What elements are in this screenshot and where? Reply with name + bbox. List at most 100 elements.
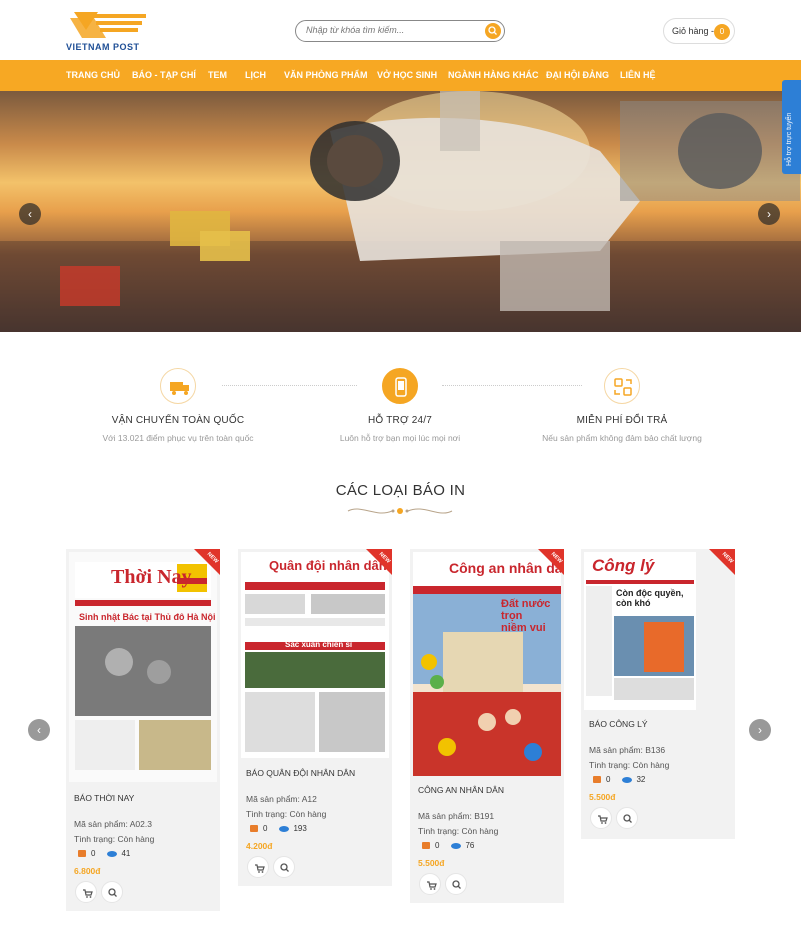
eye-icon	[451, 842, 462, 849]
search-box[interactable]	[295, 20, 505, 42]
airport-cargo-image	[0, 91, 801, 332]
new-badge: NEW	[538, 549, 564, 575]
main-nav: TRANG CHỦ BÁO - TẠP CHÍ TEM LỊCH VĂN PHÒ…	[0, 60, 801, 91]
hero-banner: ‹ ›	[0, 91, 801, 332]
product-code: Mã sản phẩm: B191	[418, 811, 495, 821]
view-count: 41	[121, 849, 131, 858]
view-count: 76	[465, 841, 475, 850]
tag-icon	[250, 825, 258, 833]
new-badge-label: NEW	[205, 551, 220, 565]
carousel-prev-button[interactable]: ‹	[28, 719, 50, 741]
product-name[interactable]: CÔNG AN NHÂN DÂN	[418, 785, 504, 795]
product-stats: 0 41	[78, 849, 130, 858]
product-status: Tình trạng: Còn hàng	[246, 809, 327, 819]
site-header: VIETNAM POST Giỏ hàng - 0	[0, 0, 801, 60]
hero-prev-button[interactable]: ‹	[19, 203, 41, 225]
cart-icon	[83, 889, 93, 898]
add-to-cart-button[interactable]	[419, 873, 441, 895]
nav-item-newspapers[interactable]: BÁO - TẠP CHÍ	[132, 70, 196, 80]
product-image[interactable]: Công an nhân dân Đất nước trọn niềm vui	[413, 552, 561, 776]
delivery-truck-icon	[160, 368, 196, 404]
add-to-cart-button[interactable]	[247, 856, 269, 878]
hero-next-button[interactable]: ›	[758, 203, 780, 225]
vietnam-post-logo[interactable]: VIETNAM POST	[66, 8, 156, 54]
section-title: CÁC LOẠI BÁO IN	[335, 482, 466, 499]
product-status: Tình trạng: Còn hàng	[418, 826, 499, 836]
product-stats: 0 32	[593, 775, 645, 784]
product-card[interactable]: Thời Nay Sinh nhật Bác tại Thủ đô Hà Nội…	[66, 549, 220, 911]
add-to-cart-button[interactable]	[590, 807, 612, 829]
cart-icon	[255, 864, 265, 873]
nav-item-home[interactable]: TRANG CHỦ	[66, 70, 120, 80]
online-support-tab[interactable]: Hỗ trợ trực tuyến	[782, 80, 801, 174]
logo-text: VIETNAM POST	[66, 42, 140, 52]
nav-item-stationery[interactable]: VĂN PHÒNG PHẨM	[284, 70, 368, 80]
nav-item-notebooks[interactable]: VỞ HỌC SINH	[377, 70, 437, 80]
feature-support-247: HỖ TRỢ 24/7 Luôn hỗ trợ bạn mọi lúc mọi …	[300, 368, 500, 443]
product-price: 4.200đ	[246, 841, 273, 851]
nav-item-other[interactable]: NGÀNH HÀNG KHÁC	[448, 70, 539, 80]
feature-nationwide-shipping: VẬN CHUYỂN TOÀN QUỐC Với 13.021 điểm phụ…	[78, 368, 278, 443]
product-card[interactable]: Công lý Còn độc quyền, còn khó NEW BÁO C…	[581, 549, 735, 839]
cart-button[interactable]: Giỏ hàng - 0	[663, 18, 735, 44]
online-support-label: Hỗ trợ trực tuyến	[786, 112, 793, 166]
product-price: 5.500đ	[418, 858, 445, 868]
product-card[interactable]: Quân đội nhân dân Sắc xuân chiến sĩ NEW …	[238, 549, 392, 886]
new-badge-label: NEW	[377, 551, 392, 565]
product-card[interactable]: Công an nhân dân Đất nước trọn niềm vui …	[410, 549, 564, 903]
cart-icon	[427, 881, 437, 890]
cart-icon	[598, 815, 608, 824]
newspaper-masthead: Công lý	[592, 556, 655, 575]
tag-icon	[593, 776, 601, 784]
product-stats: 0 76	[422, 841, 474, 850]
eye-icon	[107, 850, 118, 857]
product-image[interactable]: Công lý Còn độc quyền, còn khó	[584, 552, 696, 710]
new-badge: NEW	[194, 549, 220, 575]
product-name[interactable]: BÁO QUÂN ĐỘI NHÂN DÂN	[246, 768, 355, 778]
magnifier-icon	[452, 880, 461, 889]
product-image[interactable]: Thời Nay Sinh nhật Bác tại Thủ đô Hà Nội	[69, 552, 217, 782]
like-count: 0	[606, 775, 611, 784]
product-name[interactable]: BÁO THỜI NAY	[74, 793, 134, 803]
title-ornament	[347, 508, 453, 514]
quick-view-button[interactable]	[445, 873, 467, 895]
product-name[interactable]: BÁO CÔNG LÝ	[589, 719, 648, 729]
quick-view-button[interactable]	[101, 881, 123, 903]
product-code: Mã sản phẩm: A02.3	[74, 819, 152, 829]
cart-count-badge: 0	[714, 24, 730, 40]
quick-view-button[interactable]	[616, 807, 638, 829]
tag-icon	[78, 850, 86, 858]
product-price: 5.500đ	[589, 792, 616, 802]
magnifier-icon	[108, 888, 117, 897]
new-badge: NEW	[366, 549, 392, 575]
feature-title: MIỄN PHÍ ĐỔI TRẢ	[576, 415, 668, 426]
tag-icon	[422, 842, 430, 850]
new-badge-label: NEW	[720, 551, 735, 565]
eye-icon	[622, 776, 633, 783]
magnifier-icon	[280, 863, 289, 872]
nav-item-stamps[interactable]: TEM	[208, 70, 227, 80]
quick-view-button[interactable]	[273, 856, 295, 878]
cart-label: Giỏ hàng -	[672, 26, 715, 36]
feature-title: VẬN CHUYỂN TOÀN QUỐC	[111, 415, 245, 426]
search-icon	[488, 26, 497, 35]
carousel-next-button[interactable]: ›	[749, 719, 771, 741]
nav-item-contact[interactable]: LIÊN HỆ	[620, 70, 656, 80]
magnifier-icon	[623, 814, 632, 823]
new-badge: NEW	[709, 549, 735, 575]
product-code: Mã sản phẩm: A12	[246, 794, 317, 804]
nav-item-calendar[interactable]: LỊCH	[245, 70, 266, 80]
product-image[interactable]: Quân đội nhân dân Sắc xuân chiến sĩ	[241, 552, 389, 758]
newspaper-headline: Sinh nhật Bác tại Thủ đô Hà Nội	[79, 612, 216, 622]
nav-item-party-congress[interactable]: ĐẠI HỘI ĐẢNG	[546, 70, 609, 80]
product-code: Mã sản phẩm: B136	[589, 745, 666, 755]
add-to-cart-button[interactable]	[75, 881, 97, 903]
new-badge-label: NEW	[549, 551, 564, 565]
like-count: 0	[91, 849, 96, 858]
newspaper-headline: Sắc xuân chiến sĩ	[285, 640, 353, 649]
feature-desc: Luôn hỗ trợ bạn mọi lúc mọi nơi	[339, 433, 461, 443]
eye-icon	[279, 825, 290, 832]
feature-title: HỖ TRỢ 24/7	[368, 415, 432, 426]
search-input[interactable]	[306, 25, 476, 35]
search-button[interactable]	[485, 23, 501, 39]
